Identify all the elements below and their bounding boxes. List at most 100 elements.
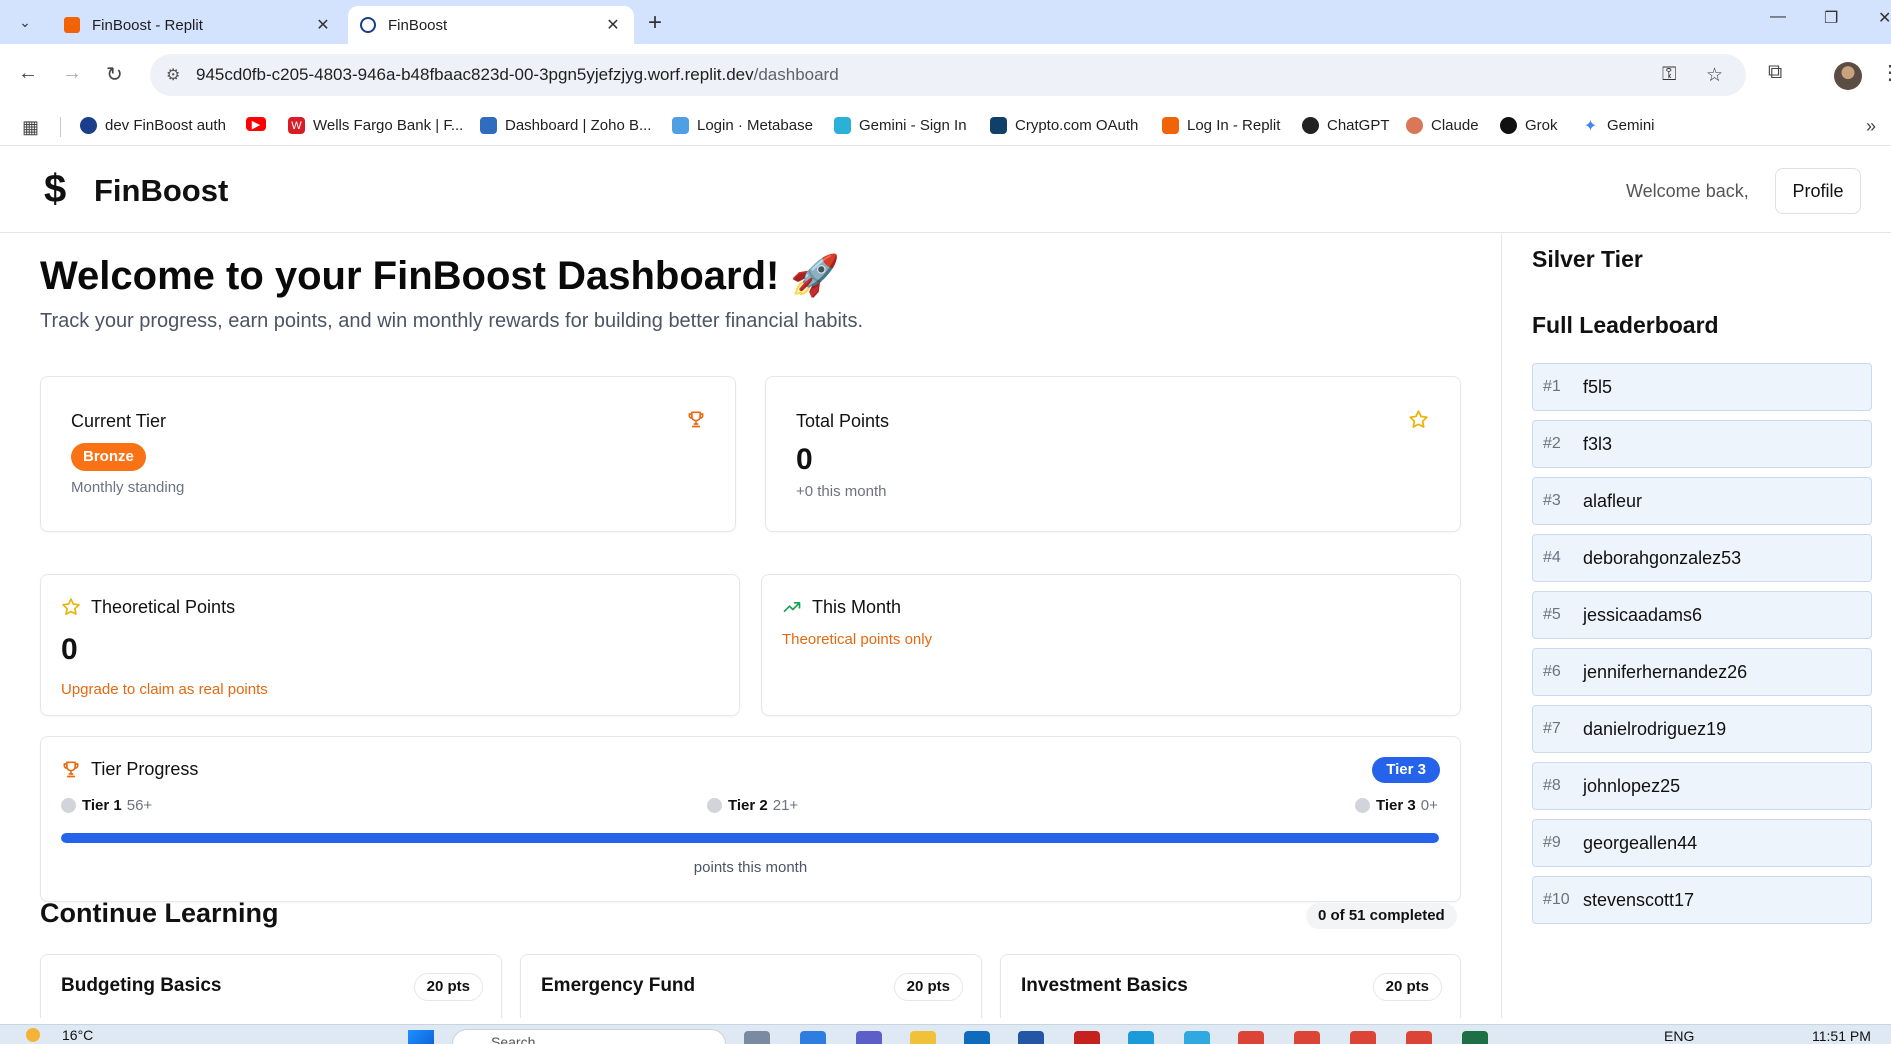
taskbar-search-box[interactable]: Search bbox=[452, 1029, 726, 1044]
globe-icon bbox=[80, 117, 97, 134]
leaderboard-row[interactable]: #6 jenniferhernandez26 bbox=[1532, 648, 1872, 696]
language-indicator[interactable]: ENG bbox=[1664, 1028, 1694, 1044]
reload-icon[interactable]: ↻ bbox=[106, 62, 123, 87]
bookmark-grok[interactable]: Grok bbox=[1500, 117, 1558, 134]
kebab-menu-icon[interactable]: ⋮ bbox=[1880, 60, 1891, 85]
tier-marker-1: Tier 1 56+ bbox=[61, 797, 152, 814]
leaderboard-username: johnlopez25 bbox=[1583, 775, 1681, 796]
bookmark-replit-login[interactable]: Log In - Replit bbox=[1162, 117, 1280, 134]
tab-close-icon[interactable]: ✕ bbox=[604, 15, 622, 35]
site-info-icon[interactable]: ⚙ bbox=[166, 65, 180, 85]
apps-grid-icon[interactable]: ▦ bbox=[22, 117, 39, 138]
leaderboard-rank: #8 bbox=[1543, 777, 1561, 794]
bookmark-crypto-com[interactable]: Crypto.com OAuth bbox=[990, 117, 1138, 134]
file-explorer-icon[interactable] bbox=[910, 1031, 936, 1044]
windows-start-icon[interactable] bbox=[408, 1030, 434, 1044]
bookmarks-overflow-icon[interactable]: » bbox=[1866, 116, 1876, 137]
leaderboard-rank: #4 bbox=[1543, 549, 1561, 566]
url-text[interactable]: 945cd0fb-c205-4803-946a-b48fbaac823d-00-… bbox=[196, 65, 839, 85]
forward-arrow-icon[interactable]: → bbox=[62, 62, 82, 85]
bookmark-chatgpt[interactable]: ChatGPT bbox=[1302, 117, 1390, 134]
bookmarks-divider bbox=[60, 117, 61, 137]
bookmark-zoho[interactable]: Dashboard | Zoho B... bbox=[480, 117, 651, 134]
leaderboard-username: stevenscott17 bbox=[1583, 889, 1695, 910]
taskbar-app-icon[interactable] bbox=[1128, 1031, 1154, 1044]
tab-close-icon[interactable]: ✕ bbox=[314, 15, 332, 35]
taskbar-app-icon[interactable] bbox=[744, 1031, 770, 1044]
leaderboard-rank: #2 bbox=[1543, 435, 1561, 452]
bookmark-youtube[interactable]: ▶ bbox=[246, 117, 274, 131]
current-tier-card: Current Tier Bronze Monthly standing bbox=[40, 376, 736, 532]
bookmark-wells-fargo[interactable]: W Wells Fargo Bank | F... bbox=[288, 117, 463, 134]
leaderboard-username: alafleur bbox=[1583, 490, 1643, 511]
leaderboard-rank: #10 bbox=[1543, 891, 1570, 908]
star-icon bbox=[62, 598, 80, 615]
browser-tab-replit[interactable]: FinBoost - Replit ✕ bbox=[52, 6, 344, 44]
gmail-icon[interactable] bbox=[1074, 1031, 1100, 1044]
restore-icon[interactable]: ❐ bbox=[1824, 8, 1838, 28]
grok-icon bbox=[1500, 117, 1517, 134]
bookmark-dev-finboost[interactable]: dev FinBoost auth bbox=[80, 117, 226, 134]
course-card-emergency-fund[interactable]: Emergency Fund 20 pts bbox=[520, 954, 982, 1018]
store-icon[interactable] bbox=[964, 1031, 990, 1044]
sidebar-tier-title: Silver Tier bbox=[1532, 246, 1643, 272]
bookmark-claude[interactable]: Claude bbox=[1406, 117, 1479, 134]
browser-tab-finboost[interactable]: FinBoost ✕ bbox=[348, 6, 634, 44]
weather-widget[interactable]: 16°C bbox=[26, 1027, 93, 1043]
tab-title: FinBoost bbox=[388, 16, 448, 34]
edge-icon[interactable] bbox=[1184, 1031, 1210, 1044]
leaderboard-row[interactable]: #5 jessicaadams6 bbox=[1532, 591, 1872, 639]
leaderboard-row[interactable]: #2 f3l3 bbox=[1532, 420, 1872, 468]
course-card-investment[interactable]: Investment Basics 20 pts bbox=[1000, 954, 1461, 1018]
course-points-badge: 20 pts bbox=[413, 973, 483, 1001]
leaderboard-rank: #6 bbox=[1543, 663, 1561, 680]
chrome-icon[interactable] bbox=[1350, 1031, 1376, 1044]
chrome-icon[interactable] bbox=[1238, 1031, 1264, 1044]
course-points-badge: 20 pts bbox=[1372, 973, 1442, 1001]
tab-list-chevron-icon[interactable]: ⌄ bbox=[12, 9, 38, 35]
brand-name[interactable]: FinBoost bbox=[94, 173, 228, 209]
upgrade-link[interactable]: Upgrade to claim as real points bbox=[61, 681, 268, 698]
taskbar-app-icon[interactable] bbox=[1018, 1031, 1044, 1044]
page-title: Welcome to your FinBoost Dashboard! 🚀 bbox=[40, 254, 841, 298]
back-arrow-icon[interactable]: ← bbox=[18, 62, 38, 85]
star-icon bbox=[1409, 410, 1428, 428]
leaderboard-row[interactable]: #1 f5l5 bbox=[1532, 363, 1872, 411]
leaderboard-row[interactable]: #8 johnlopez25 bbox=[1532, 762, 1872, 810]
bookmark-metabase[interactable]: Login · Metabase bbox=[672, 117, 813, 134]
leaderboard-row[interactable]: #4 deborahgonzalez53 bbox=[1532, 534, 1872, 582]
minimize-icon[interactable]: — bbox=[1770, 8, 1786, 26]
excel-icon[interactable] bbox=[1462, 1031, 1488, 1044]
total-points-value: 0 bbox=[796, 443, 813, 476]
bookmark-gemini[interactable]: ✦ Gemini bbox=[1582, 117, 1655, 135]
card-caption: Monthly standing bbox=[71, 479, 185, 496]
close-window-icon[interactable]: ✕ bbox=[1878, 8, 1891, 28]
url-omnibox[interactable]: ⚙ 945cd0fb-c205-4803-946a-b48fbaac823d-0… bbox=[150, 54, 1746, 96]
tab-title: FinBoost - Replit bbox=[92, 16, 203, 34]
leaderboard-row[interactable]: #10 stevenscott17 bbox=[1532, 876, 1872, 924]
wells-fargo-icon: W bbox=[288, 117, 305, 134]
course-title: Emergency Fund bbox=[541, 975, 696, 996]
clock-time[interactable]: 11:51 PM bbox=[1812, 1028, 1871, 1044]
section-title-continue-learning: Continue Learning bbox=[40, 898, 279, 928]
new-tab-plus-icon[interactable]: + bbox=[648, 9, 662, 37]
leaderboard-row[interactable]: #7 danielrodriguez19 bbox=[1532, 705, 1872, 753]
metabase-icon bbox=[672, 117, 689, 134]
bookmark-star-icon[interactable]: ☆ bbox=[1706, 64, 1723, 87]
password-key-icon[interactable]: ⚿ bbox=[1662, 64, 1676, 86]
leaderboard-row[interactable]: #9 georgeallen44 bbox=[1532, 819, 1872, 867]
tier-progress-card: Tier Progress Tier 3 Tier 1 56+ Tier 2 2… bbox=[40, 736, 1461, 902]
taskbar-app-icon[interactable] bbox=[800, 1031, 826, 1044]
chrome-icon[interactable] bbox=[1406, 1031, 1432, 1044]
leaderboard-rank: #3 bbox=[1543, 492, 1561, 509]
tier-marker-3: Tier 3 0+ bbox=[1355, 797, 1438, 814]
browser-avatar[interactable] bbox=[1834, 62, 1862, 90]
chrome-icon[interactable] bbox=[1294, 1031, 1320, 1044]
course-card-budgeting[interactable]: Budgeting Basics 20 pts bbox=[40, 954, 502, 1018]
profile-button[interactable]: Profile bbox=[1775, 168, 1861, 214]
extensions-puzzle-icon[interactable]: ⧉ bbox=[1768, 61, 1782, 84]
os-taskbar: 16°C Search ENG 11:51 PM bbox=[0, 1024, 1891, 1044]
teams-icon[interactable] bbox=[856, 1031, 882, 1044]
bookmark-gemini-signin[interactable]: Gemini - Sign In bbox=[834, 117, 967, 134]
leaderboard-row[interactable]: #3 alafleur bbox=[1532, 477, 1872, 525]
